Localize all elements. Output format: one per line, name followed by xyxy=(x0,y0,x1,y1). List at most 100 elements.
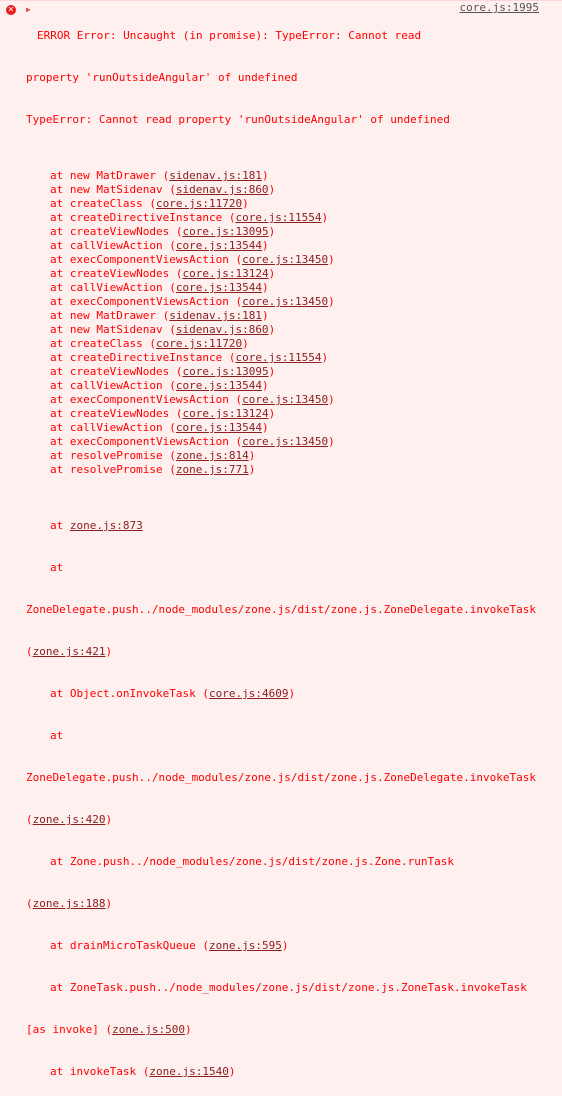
stack-frame-function: callViewAction xyxy=(69,379,163,392)
stack-frame: at new MatSidenav (sidenav.js:860) xyxy=(50,323,276,336)
stack-frame-link[interactable]: core.js:11554 xyxy=(235,211,321,224)
stack-frame-link[interactable]: core.js:13544 xyxy=(176,379,262,392)
at-prefix: at xyxy=(50,197,70,210)
stack-frame-function: createViewNodes xyxy=(69,225,170,238)
stack-frame-function: resolvePromise xyxy=(69,463,163,476)
stack-frame-function: new MatSidenav xyxy=(69,323,163,336)
stack-frame: at callViewAction (core.js:13544) xyxy=(50,239,269,252)
at-prefix: at xyxy=(50,239,70,252)
stack-frame: at invokeTask (zone.js:1540) xyxy=(50,1065,236,1078)
stack-frame-link[interactable]: core.js:13544 xyxy=(176,421,262,434)
at-prefix: at xyxy=(50,1065,70,1078)
stack-frame-link[interactable]: core.js:13450 xyxy=(242,393,328,406)
stack-frame-link[interactable]: zone.js:814 xyxy=(176,449,249,462)
stack-frame-function: new MatDrawer xyxy=(69,309,156,322)
stack-frame-function: execComponentViewsAction xyxy=(69,295,229,308)
at-prefix: at xyxy=(50,225,70,238)
at-prefix: at xyxy=(50,421,70,434)
stack-frame-function: callViewAction xyxy=(69,281,163,294)
stack-frame-link[interactable]: core.js:13450 xyxy=(242,253,328,266)
stack-frame-function: createViewNodes xyxy=(69,267,170,280)
stack-frame-function: invokeTask xyxy=(69,1065,137,1078)
stack-frame-link[interactable]: sidenav.js:860 xyxy=(176,323,269,336)
stack-frame-function: ZoneDelegate.push../node_modules/zone.js… xyxy=(26,771,536,784)
stack-frame: at resolvePromise (zone.js:814) xyxy=(50,449,256,462)
stack-frame: (zone.js:188) xyxy=(26,897,113,910)
at-prefix: at xyxy=(50,365,70,378)
stack-frame: at new MatDrawer (sidenav.js:181) xyxy=(50,169,269,182)
at-prefix: at xyxy=(50,939,70,952)
stack-frame-link[interactable]: core.js:11720 xyxy=(156,197,242,210)
at-prefix: at xyxy=(50,687,70,700)
error-header: ERROR Error: Uncaught (in promise): Type… xyxy=(37,29,422,42)
at-prefix: at xyxy=(50,519,70,532)
stack-frame-link[interactable]: core.js:13124 xyxy=(182,267,268,280)
type-error-line: TypeError: Cannot read property 'runOuts… xyxy=(26,113,450,126)
stack-frame: at drainMicroTaskQueue (zone.js:595) xyxy=(50,939,289,952)
stack-frame-link[interactable]: zone.js:595 xyxy=(209,939,282,952)
stack-frame-link[interactable]: core.js:13450 xyxy=(242,295,328,308)
error-header-continuation: property 'runOutsideAngular' of undefine… xyxy=(26,71,298,84)
stack-frame-link[interactable]: sidenav.js:181 xyxy=(169,309,262,322)
stack-frame-function: createClass xyxy=(69,197,143,210)
stack-frame-link[interactable]: core.js:11554 xyxy=(235,351,321,364)
stack-frame-link[interactable]: core.js:4609 xyxy=(209,687,288,700)
stack-frame-link[interactable]: zone.js:420 xyxy=(33,813,106,826)
stack-frame-link[interactable]: core.js:13124 xyxy=(182,407,268,420)
stack-frame-function: ZoneDelegate.push../node_modules/zone.js… xyxy=(26,603,536,616)
stack-frame: at resolvePromise (zone.js:771) xyxy=(50,463,256,476)
stack-frame-link[interactable]: core.js:13095 xyxy=(182,225,268,238)
stack-frame: at Object.onInvokeTask (core.js:4609) xyxy=(50,687,296,700)
stack-frame-at: at xyxy=(50,729,70,742)
stack-frame-function: ZoneTask.push../node_modules/zone.js/dis… xyxy=(69,981,527,994)
stack-frame: at Zone.push../node_modules/zone.js/dist… xyxy=(26,855,554,869)
at-prefix: at xyxy=(50,981,70,994)
stack-frame: (zone.js:420) xyxy=(26,813,113,826)
stack-frame-link[interactable]: sidenav.js:860 xyxy=(176,183,269,196)
stack-frame: at createViewNodes (core.js:13095) xyxy=(50,225,276,238)
stack-frame: at execComponentViewsAction (core.js:134… xyxy=(50,253,335,266)
stack-frame-link[interactable]: zone.js:500 xyxy=(112,1023,185,1036)
stack-frame-link[interactable]: core.js:13450 xyxy=(242,435,328,448)
stack-frame: at createClass (core.js:11720) xyxy=(50,337,249,350)
stack-frame-link[interactable]: zone.js:188 xyxy=(33,897,106,910)
stack-frame-link[interactable]: zone.js:421 xyxy=(33,645,106,658)
stack-frame-function: execComponentViewsAction xyxy=(69,253,229,266)
error-circle-icon: ✕ xyxy=(6,5,16,15)
stack-frame: at execComponentViewsAction (core.js:134… xyxy=(50,393,335,406)
stack-frame-function: createClass xyxy=(69,337,143,350)
stack-frame-link[interactable]: zone.js:771 xyxy=(176,463,249,476)
stack-frame: at execComponentViewsAction (core.js:134… xyxy=(50,435,335,448)
stack-frame-function: createViewNodes xyxy=(69,407,170,420)
at-prefix: at xyxy=(50,351,70,364)
stack-frame-link[interactable]: core.js:13544 xyxy=(176,239,262,252)
stack-frame-suffix: [as invoke] xyxy=(26,1023,99,1036)
stack-frame-link[interactable]: core.js:13095 xyxy=(182,365,268,378)
stack-frame: at callViewAction (core.js:13544) xyxy=(50,281,269,294)
stack-frame-function: new MatSidenav xyxy=(69,183,163,196)
stack-frame: at new MatSidenav (sidenav.js:860) xyxy=(50,183,276,196)
stack-frame: at createViewNodes (core.js:13124) xyxy=(50,407,276,420)
stack-frame: at createViewNodes (core.js:13095) xyxy=(50,365,276,378)
at-prefix: at xyxy=(50,463,70,476)
stack-frame: at createDirectiveInstance (core.js:1155… xyxy=(50,351,329,364)
at-prefix: at xyxy=(50,449,70,462)
stack-frame-link[interactable]: zone.js:873 xyxy=(70,519,143,532)
stack-frame-link[interactable]: core.js:11720 xyxy=(156,337,242,350)
at-prefix: at xyxy=(50,337,70,350)
stack-frame: at createDirectiveInstance (core.js:1155… xyxy=(50,211,329,224)
stack-frame-link[interactable]: sidenav.js:181 xyxy=(169,169,262,182)
stack-frame: at callViewAction (core.js:13544) xyxy=(50,379,269,392)
at-prefix: at xyxy=(50,435,70,448)
stack-frame: at createViewNodes (core.js:13124) xyxy=(50,267,276,280)
stack-frame: at ZoneTask.push../node_modules/zone.js/… xyxy=(26,981,554,995)
stack-frame-link[interactable]: zone.js:1540 xyxy=(149,1065,228,1078)
stack-frame-at: at xyxy=(50,561,70,574)
stack-frame-function: callViewAction xyxy=(69,239,163,252)
stack-frame-function: createViewNodes xyxy=(69,365,170,378)
stack-frame-link[interactable]: core.js:13544 xyxy=(176,281,262,294)
at-prefix: at xyxy=(50,253,70,266)
stack-frame-function: Object.onInvokeTask xyxy=(69,687,196,700)
stack-frame-function: resolvePromise xyxy=(69,449,163,462)
stack-frame-function: Zone.push../node_modules/zone.js/dist/zo… xyxy=(69,855,454,868)
